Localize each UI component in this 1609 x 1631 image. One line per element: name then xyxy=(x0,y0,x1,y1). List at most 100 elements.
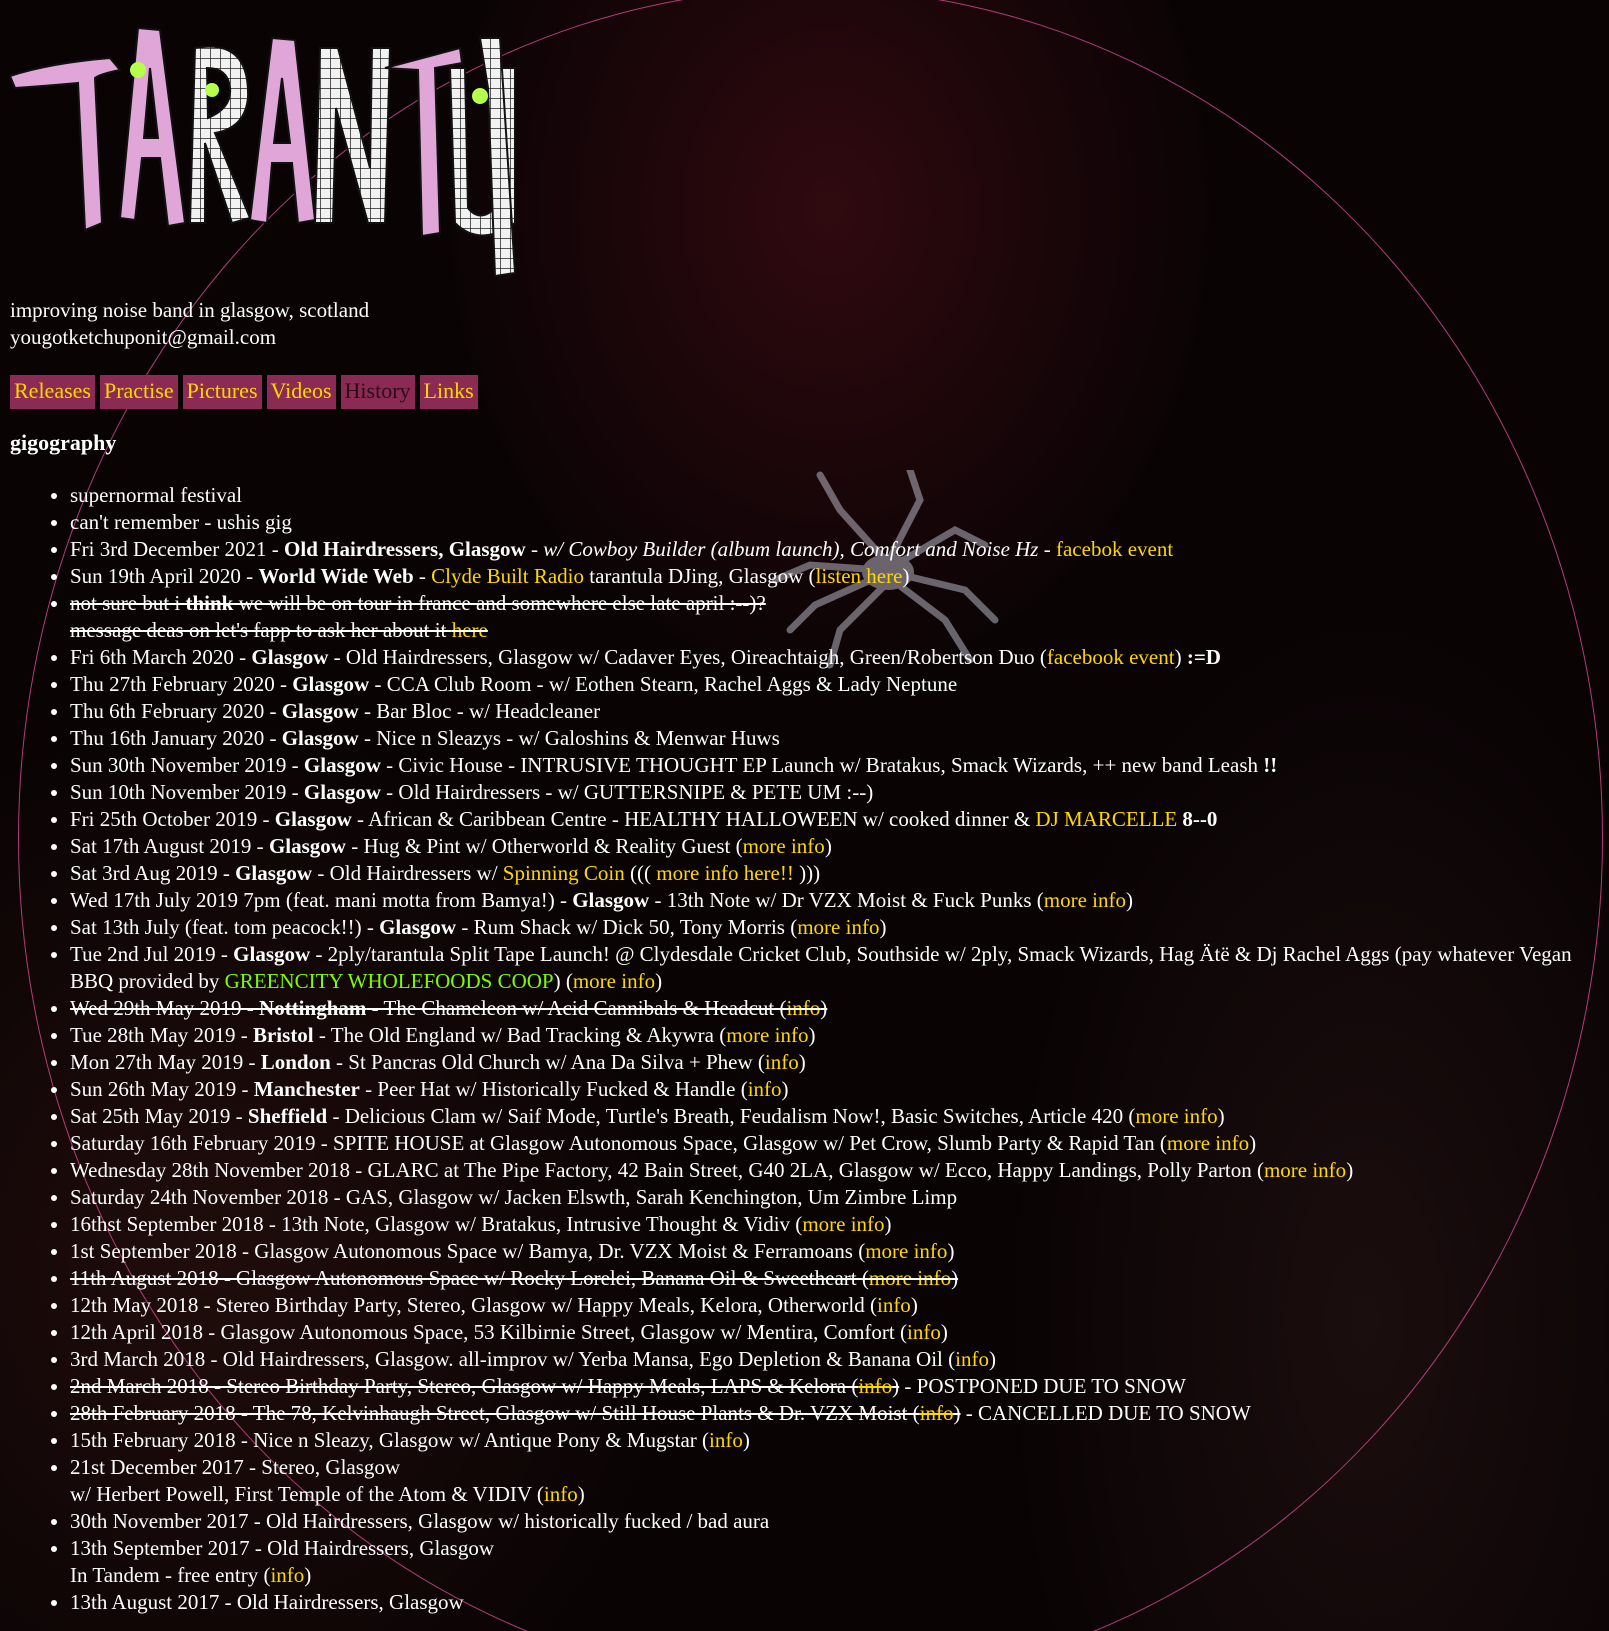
gig-item: 2nd March 2018 - Stereo Birthday Party, … xyxy=(70,1373,1599,1400)
nav-videos[interactable]: Videos xyxy=(266,375,336,409)
gig-link[interactable]: more info xyxy=(1167,1131,1249,1155)
nav-history[interactable]: History xyxy=(340,375,415,409)
gig-text: - Civic House - INTRUSIVE THOUGHT EP Lau… xyxy=(380,753,1264,777)
gig-text: ))) xyxy=(793,861,821,885)
gig-item: Sat 17th August 2019 - Glasgow - Hug & P… xyxy=(70,833,1599,860)
gig-link[interactable]: info xyxy=(765,1050,799,1074)
gig-item: Mon 27th May 2019 - London - St Pancras … xyxy=(70,1049,1599,1076)
gig-location: Glasgow xyxy=(274,807,352,831)
gig-item: not sure but i think we will be on tour … xyxy=(70,590,1599,644)
gig-link[interactable]: more info xyxy=(797,915,879,939)
gig-item: 16thst September 2018 - 13th Note, Glasg… xyxy=(70,1211,1599,1238)
gig-text: ) xyxy=(1174,645,1187,669)
nav-practise[interactable]: Practise xyxy=(99,375,178,409)
gig-link[interactable]: more info xyxy=(869,1266,951,1290)
gig-location: Glasgow xyxy=(379,915,457,939)
gig-link[interactable]: more info xyxy=(1264,1158,1346,1182)
gig-location: Sheffield xyxy=(247,1104,328,1128)
nav-links[interactable]: Links xyxy=(419,375,478,409)
gig-location: Nottingham xyxy=(259,996,367,1020)
gig-text: 12th April 2018 - Glasgow Autonomous Spa… xyxy=(70,1320,907,1344)
gig-text: - xyxy=(413,564,432,588)
gig-location: !! xyxy=(1263,753,1278,777)
gig-link[interactable]: more info xyxy=(802,1212,884,1236)
gig-location: Glasgow xyxy=(251,645,329,669)
gig-item: Thu 16th January 2020 - Glasgow - Nice n… xyxy=(70,725,1599,752)
gig-link[interactable]: info xyxy=(786,996,820,1020)
gig-text: we will be on tour in france and somewhe… xyxy=(233,591,766,615)
gig-text: tarantula DJing, Glasgow ( xyxy=(584,564,816,588)
gig-text: w/ Herbert Powell, First Temple of the A… xyxy=(70,1482,544,1506)
gig-text: Sat 3rd Aug 2019 - xyxy=(70,861,236,885)
gig-location: Glasgow xyxy=(281,699,359,723)
gig-text: ) xyxy=(824,834,832,858)
gig-location: Glasgow xyxy=(281,726,359,750)
gig-link[interactable]: GREENCITY WHOLEFOODS COOP xyxy=(225,969,554,993)
gig-link[interactable]: info xyxy=(544,1482,578,1506)
gig-link[interactable]: more info xyxy=(726,1023,808,1047)
gig-link[interactable]: more info xyxy=(573,969,655,993)
gig-text: 1st September 2018 - Glasgow Autonomous … xyxy=(70,1239,866,1263)
gig-link[interactable]: listen here xyxy=(816,564,903,588)
gig-location: Bristol xyxy=(252,1023,314,1047)
gig-item: Saturday 16th February 2019 - SPITE HOUS… xyxy=(70,1130,1599,1157)
gig-text: 3rd March 2018 - Old Hairdressers, Glasg… xyxy=(70,1347,956,1371)
gig-text: - Peer Hat w/ Historically Fucked & Hand… xyxy=(359,1077,748,1101)
gig-location: Glasgow xyxy=(303,780,381,804)
gig-text: Thu 6th February 2020 - xyxy=(70,699,282,723)
gig-text: Sun 30th November 2019 - xyxy=(70,753,304,777)
gig-link[interactable]: here xyxy=(452,618,488,642)
gig-item: 21st December 2017 - Stereo, Glasgow w/ H… xyxy=(70,1454,1599,1508)
gig-text: ) xyxy=(947,1239,955,1263)
gig-link[interactable]: more info xyxy=(1135,1104,1217,1128)
nav-pictures[interactable]: Pictures xyxy=(182,375,262,409)
gig-item: Sat 13th July (feat. tom peacock!!) - Gl… xyxy=(70,914,1599,941)
gig-item: Wed 17th July 2019 7pm (feat. mani motta… xyxy=(70,887,1599,914)
gig-item: 13th September 2017 - Old Hairdressers, … xyxy=(70,1535,1599,1589)
gig-item: supernormal festival xyxy=(70,482,1599,509)
gig-text: ) xyxy=(910,1293,918,1317)
gig-link[interactable]: info xyxy=(270,1563,304,1587)
gig-list: supernormal festival can't remember - ush… xyxy=(10,482,1599,1616)
gig-text: - xyxy=(525,537,544,561)
gig-text: 21st December 2017 - Stereo, Glasgow xyxy=(70,1455,401,1479)
gig-text: - Old Hairdressers w/ xyxy=(312,861,503,885)
gig-link[interactable]: more info xyxy=(865,1239,947,1263)
gig-text: - St Pancras Old Church w/ Ana Da Silva … xyxy=(330,1050,765,1074)
gig-link[interactable]: more info xyxy=(743,834,825,858)
gig-link[interactable]: info xyxy=(920,1401,954,1425)
gig-link[interactable]: info xyxy=(709,1428,743,1452)
gig-text: ) xyxy=(879,915,887,939)
gig-link[interactable]: more info here!! xyxy=(656,861,794,885)
gig-link[interactable]: facebok event xyxy=(1056,537,1173,561)
gig-link[interactable]: Clyde Built Radio xyxy=(431,564,584,588)
gig-link[interactable]: DJ MARCELLE xyxy=(1035,807,1177,831)
gig-text: - The Chameleon w/ Acid Cannibals & Head… xyxy=(366,996,787,1020)
gig-text: - Bar Bloc - w/ Headcleaner xyxy=(358,699,601,723)
gig-link[interactable]: Spinning Coin xyxy=(503,861,625,885)
gig-link[interactable]: facebook event xyxy=(1047,645,1175,669)
gig-text: ) xyxy=(304,1563,312,1587)
gig-link[interactable]: info xyxy=(877,1293,911,1317)
gig-link[interactable]: more info xyxy=(1044,888,1126,912)
gig-link[interactable]: info xyxy=(858,1374,892,1398)
gig-link[interactable]: info xyxy=(748,1077,782,1101)
gig-item: Fri 25th October 2019 - Glasgow - Africa… xyxy=(70,806,1599,833)
gig-text: can't remember - ushis gig xyxy=(70,510,292,534)
gig-text: - xyxy=(1038,537,1056,561)
nav-releases[interactable]: Releases xyxy=(10,375,95,409)
gig-item: Fri 6th March 2020 - Glasgow - Old Haird… xyxy=(70,644,1599,671)
gig-link[interactable]: info xyxy=(955,1347,989,1371)
gig-item: Fri 3rd December 2021 - Old Hairdressers… xyxy=(70,536,1599,563)
gig-text: ) xyxy=(953,1401,961,1425)
gig-link[interactable]: info xyxy=(907,1320,941,1344)
gig-text: Sun 19th April 2020 - xyxy=(70,564,259,588)
gig-item: Sun 26th May 2019 - Manchester - Peer Ha… xyxy=(70,1076,1599,1103)
gig-text: ) xyxy=(940,1320,948,1344)
gig-text: 15th February 2018 - Nice n Sleazy, Glas… xyxy=(70,1428,710,1452)
gig-text: Saturday 16th February 2019 - SPITE HOUS… xyxy=(70,1131,1167,1155)
gig-text: ) xyxy=(1217,1104,1225,1128)
gig-item: 30th November 2017 - Old Hairdressers, G… xyxy=(70,1508,1599,1535)
gig-item: Sun 10th November 2019 - Glasgow - Old H… xyxy=(70,779,1599,806)
gig-text: Sun 10th November 2019 - xyxy=(70,780,304,804)
